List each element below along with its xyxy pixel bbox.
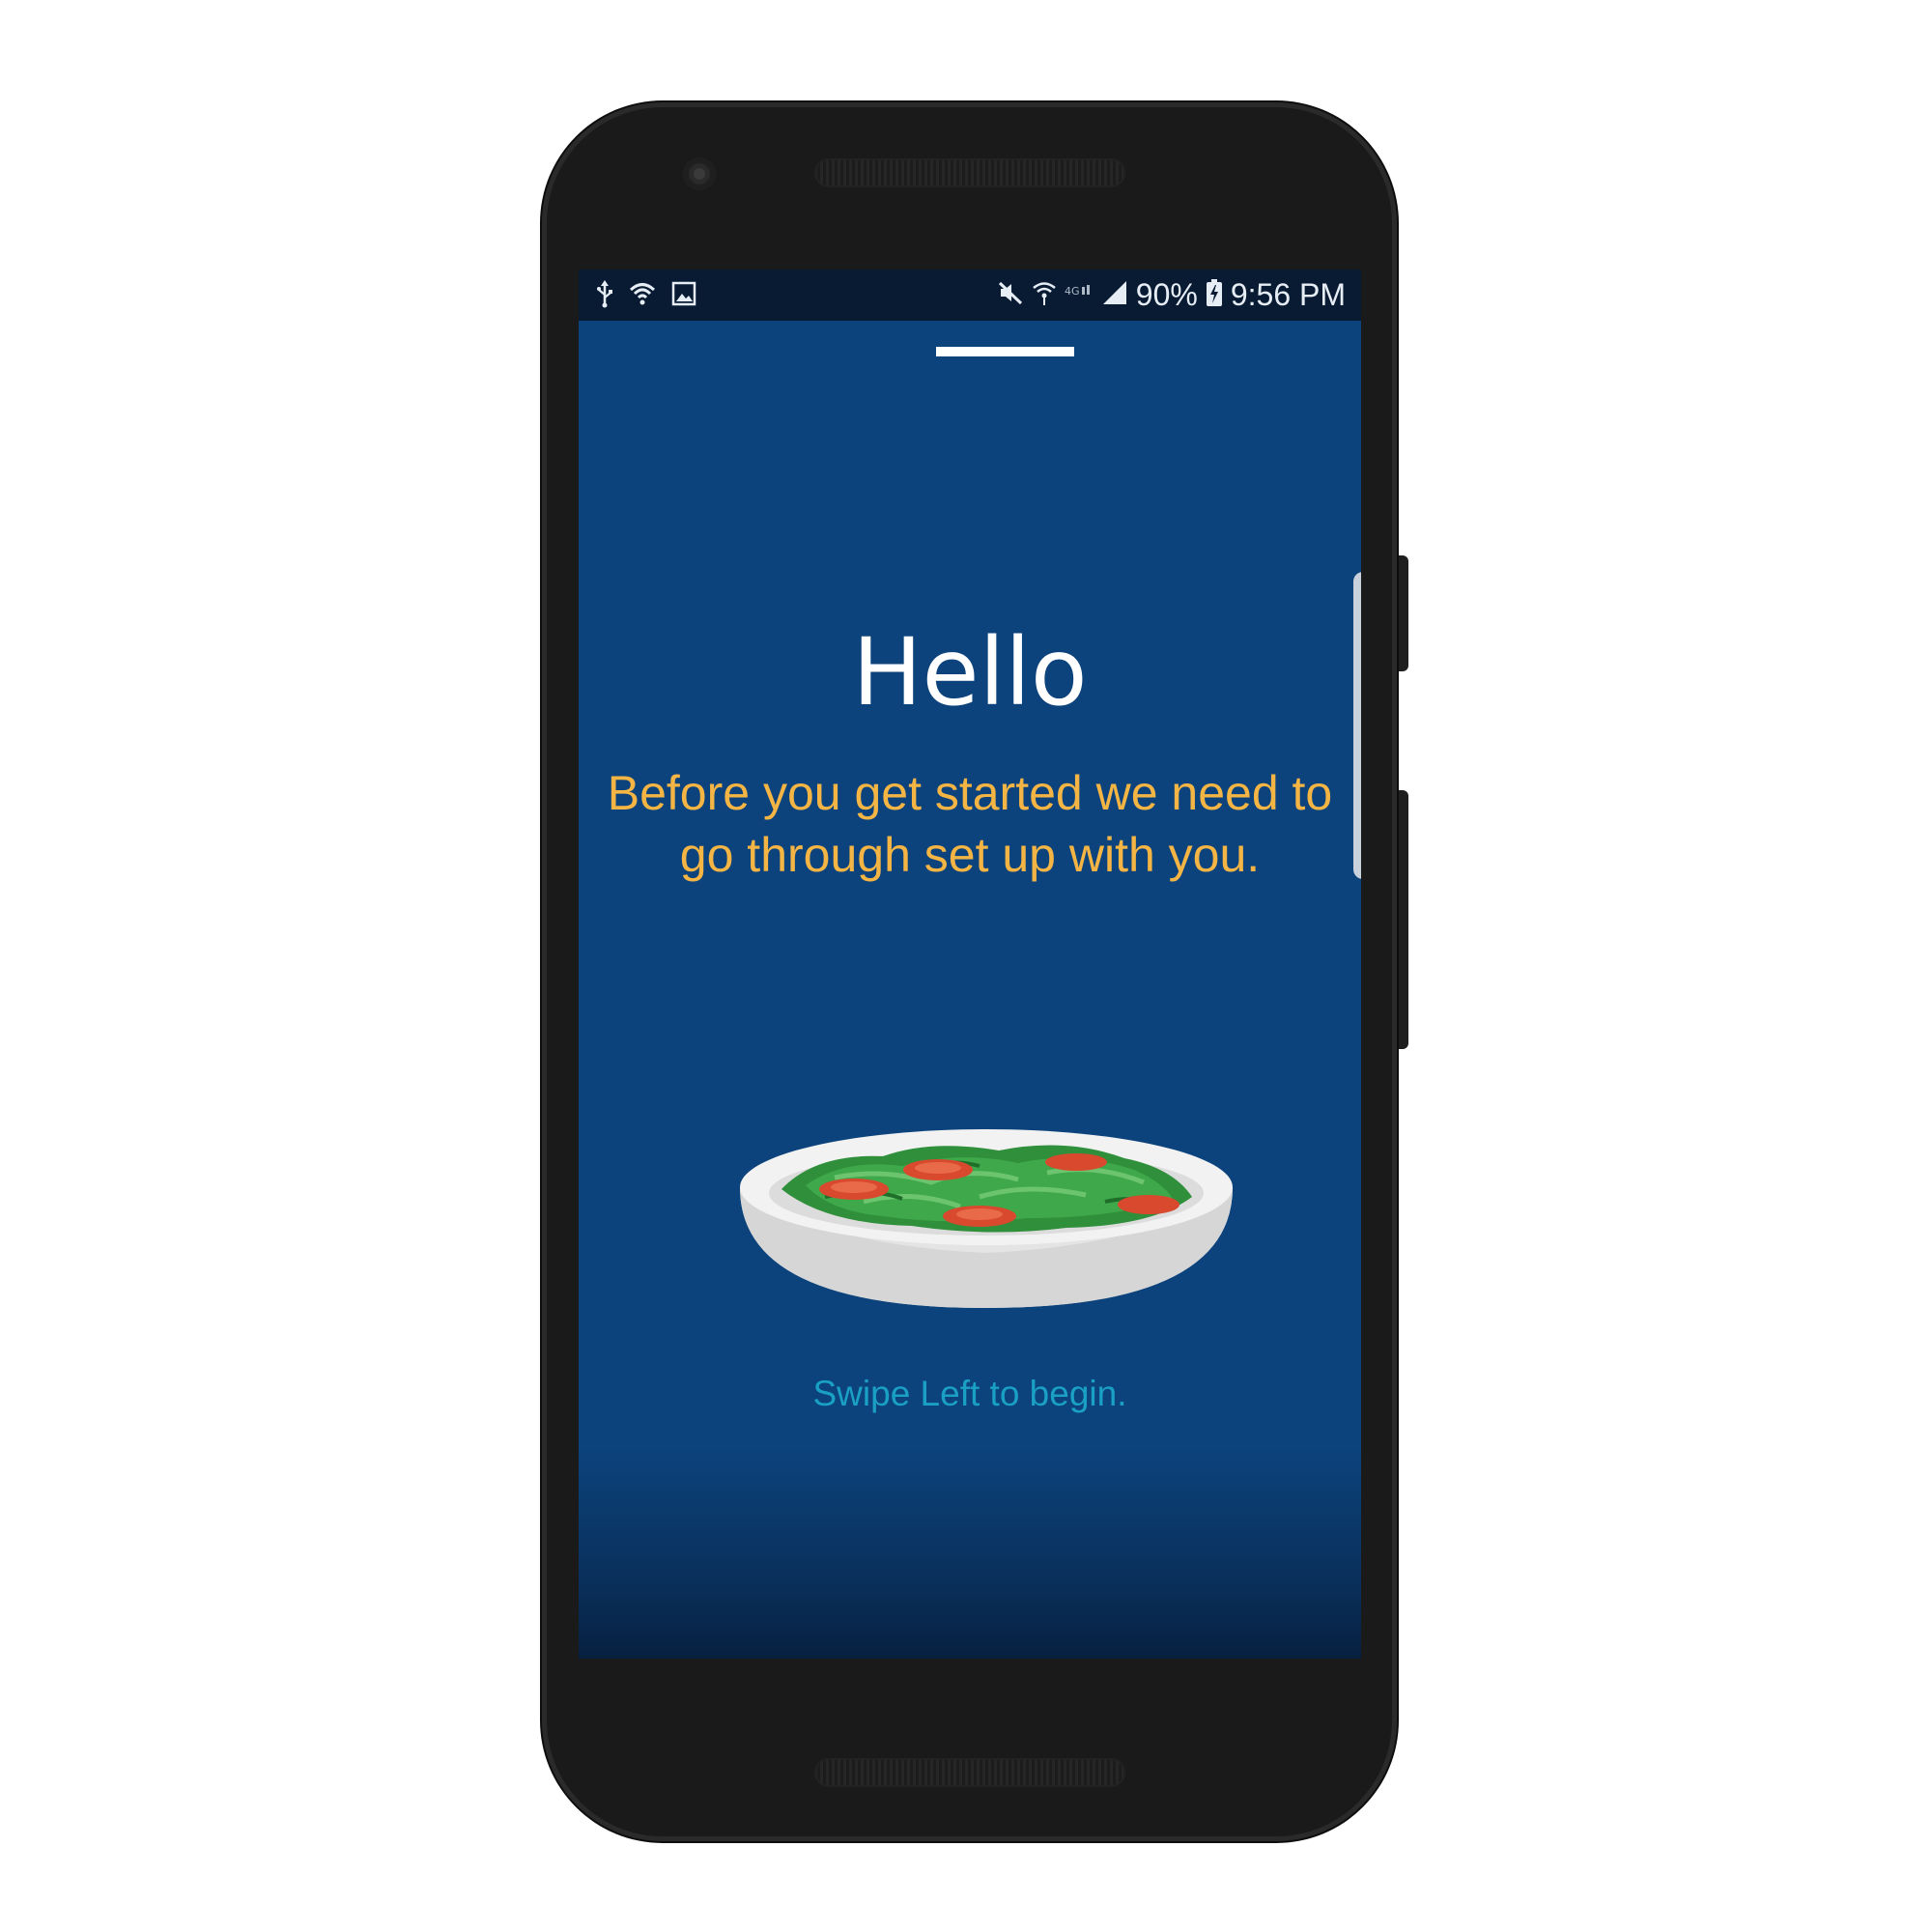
phone-screen[interactable]: 4G 90% 9:56 PM Hello Before you get star… (579, 270, 1361, 1659)
wifi-icon (629, 280, 656, 312)
edge-panel-handle[interactable] (1353, 572, 1361, 879)
welcome-title: Hello (852, 618, 1088, 726)
power-button[interactable] (1397, 555, 1408, 671)
clock: 9:56 PM (1230, 277, 1346, 312)
status-bar-left-icons (596, 279, 696, 313)
front-camera-icon (683, 157, 716, 190)
earpiece-speaker (814, 158, 1125, 187)
volume-rocker[interactable] (1397, 790, 1408, 1049)
status-bar: 4G 90% 9:56 PM (579, 270, 1361, 321)
usb-icon (596, 279, 613, 313)
svg-text:4G: 4G (1065, 285, 1080, 298)
battery-charging-icon (1206, 278, 1223, 312)
bottom-gradient (579, 1448, 1361, 1659)
signal-icon (1101, 279, 1128, 311)
lte-icon: 4G (1065, 283, 1094, 307)
battery-percentage: 90% (1135, 277, 1198, 312)
page-indicator (936, 347, 1074, 356)
mute-icon (997, 279, 1024, 311)
welcome-subtitle: Before you get started we need to go thr… (607, 766, 1333, 882)
salad-bowl-icon (738, 1129, 1236, 1313)
swipe-hint: Swipe Left to begin. (812, 1374, 1127, 1413)
wifi-calling-icon (1032, 279, 1057, 311)
image-icon (671, 281, 696, 311)
bottom-speaker (814, 1758, 1125, 1787)
stage: 4G 90% 9:56 PM Hello Before you get star… (0, 0, 1932, 1932)
status-bar-right-icons: 4G 90% 9:56 PM (997, 275, 1346, 314)
